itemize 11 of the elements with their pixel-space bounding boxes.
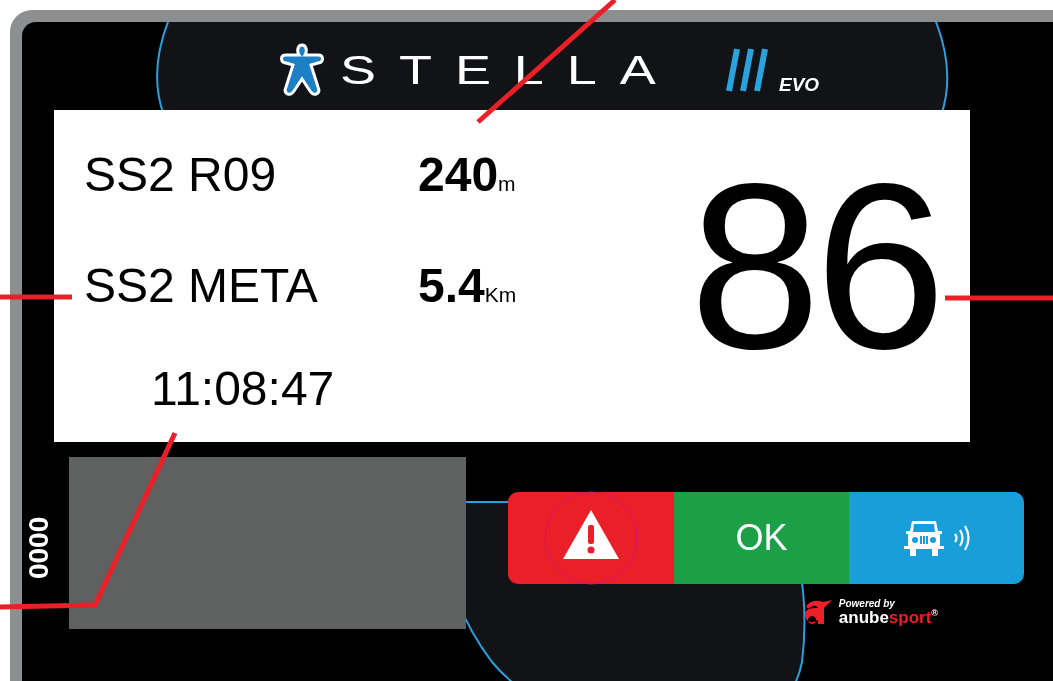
- sponsor-name: anubesport$^{®}$: [838, 608, 938, 626]
- distance-value: 5.4Km: [418, 257, 517, 313]
- powered-by-text: Powered by: [838, 598, 896, 609]
- clock-time: 11:08:47: [150, 360, 336, 416]
- big-number: 86: [689, 148, 940, 384]
- stage-label: SS2 META: [84, 257, 319, 313]
- ok-button[interactable]: OK: [674, 492, 849, 584]
- edition-label: EVO: [778, 74, 820, 96]
- counter-text: 0000: [22, 516, 54, 580]
- stage-label: SS2 R09: [84, 146, 278, 202]
- distance-value: 240m: [418, 146, 517, 202]
